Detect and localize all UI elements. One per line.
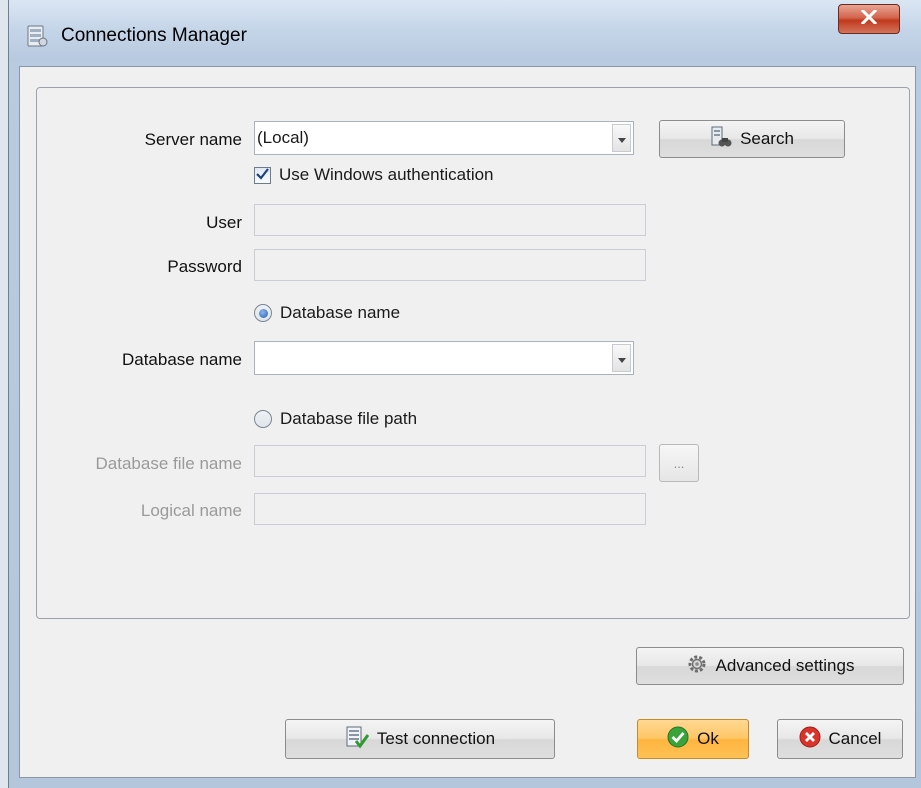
checklist-icon [345,725,370,754]
database-name-radio[interactable]: Database name [254,303,400,323]
dialog-window: Connections Manager Server name (Local) [8,0,921,788]
radio-button-selected[interactable] [254,304,272,322]
use-windows-auth-label: Use Windows authentication [279,165,494,184]
check-circle-icon [667,726,689,753]
password-label: Password [167,257,242,276]
ok-button[interactable]: Ok [637,719,749,759]
database-name-label: Database name [121,350,242,369]
advanced-settings-button[interactable]: Advanced settings [636,647,904,685]
database-file-path-radio[interactable]: Database file path [254,409,417,429]
logical-name-label: Logical name [140,501,242,520]
logical-name-input[interactable] [254,493,646,525]
server-name-value[interactable]: (Local) [255,128,612,148]
password-input[interactable] [254,249,646,281]
advanced-settings-label: Advanced settings [715,656,855,675]
gear-icon [686,653,708,680]
title-bar[interactable]: Connections Manager [9,0,921,62]
radio-button-unselected[interactable] [254,410,272,428]
user-input[interactable] [254,204,646,236]
server-binoculars-icon [710,126,732,153]
database-file-name-input[interactable] [254,445,646,477]
user-label: User [206,213,242,232]
database-name-dropdown-button[interactable] [612,344,631,372]
dialog-client-area: Server name (Local) Search Use Windows a… [19,66,916,778]
browse-button-label: ... [673,455,685,471]
database-file-path-radio-label: Database file path [280,409,418,428]
browse-button[interactable]: ... [659,444,699,482]
server-name-dropdown-button[interactable] [612,124,631,152]
cancel-label: Cancel [828,729,882,748]
test-connection-button[interactable]: Test connection [285,719,555,759]
server-name-label: Server name [144,130,242,149]
check-icon [256,165,269,185]
checkbox-box[interactable] [254,165,271,185]
database-name-combo[interactable] [254,341,634,375]
chevron-down-icon [617,128,626,148]
close-icon [860,8,878,29]
database-icon [25,24,49,48]
test-connection-label: Test connection [376,729,496,748]
cancel-circle-icon [799,726,821,753]
server-name-combo[interactable]: (Local) [254,121,634,155]
database-file-name-label: Database file name [95,454,242,473]
ok-label: Ok [697,729,719,748]
search-button[interactable]: Search [659,120,845,158]
use-windows-auth-checkbox[interactable]: Use Windows authentication [254,165,494,185]
connection-group: Server name (Local) Search Use Windows a… [36,87,910,619]
search-button-label: Search [740,129,794,148]
cancel-button[interactable]: Cancel [777,719,903,759]
close-button[interactable] [838,4,900,34]
window-title: Connections Manager [61,25,247,46]
radio-dot [258,308,268,318]
chevron-down-icon [617,348,626,368]
database-name-radio-label: Database name [280,303,401,322]
